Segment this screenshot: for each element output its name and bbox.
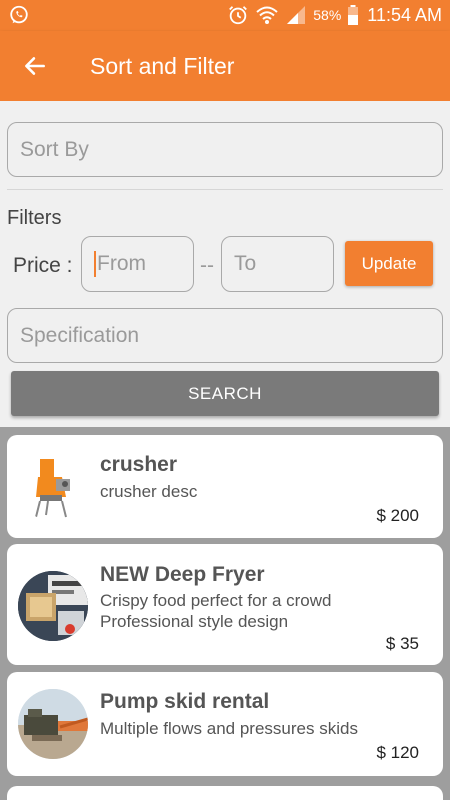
sort-by-placeholder: Sort By	[20, 137, 89, 161]
price-from-placeholder: From	[97, 252, 146, 275]
product-description: Crispy food perfect for a crowd Professi…	[100, 591, 332, 631]
list-item[interactable]: Pump skid rental Multiple flows and pres…	[7, 672, 443, 776]
product-description: Multiple flows and pressures skids	[100, 719, 358, 738]
text-cursor	[94, 251, 96, 277]
list-item[interactable]	[7, 786, 443, 800]
sort-by-select[interactable]: Sort By	[7, 122, 443, 177]
status-bar: 58% 11:54 AM	[0, 0, 450, 31]
product-name: crusher	[100, 453, 178, 476]
price-to-placeholder: To	[234, 252, 257, 275]
divider	[7, 189, 443, 190]
product-price: $ 120	[376, 743, 419, 762]
update-button[interactable]: Update	[345, 241, 433, 286]
product-image	[18, 689, 88, 759]
product-price: $ 200	[376, 506, 419, 525]
specification-placeholder: Specification	[20, 323, 140, 347]
product-price: $ 35	[385, 634, 419, 653]
product-name: Pump skid rental	[100, 690, 270, 713]
price-label: Price :	[13, 254, 73, 277]
specification-input[interactable]: Specification	[7, 308, 443, 363]
filter-panel: Sort By Filters Price : From -- To Updat…	[0, 101, 450, 427]
price-from-input[interactable]: From	[81, 236, 194, 292]
list-item[interactable]: NEW Deep Fryer Crispy food perfect for a…	[7, 544, 443, 665]
app-bar: Sort and Filter	[0, 31, 450, 101]
signal-icon	[287, 6, 306, 24]
product-name: NEW Deep Fryer	[100, 563, 265, 586]
list-item[interactable]: crusher crusher desc $ 200	[7, 435, 443, 538]
wifi-icon	[256, 6, 278, 24]
alarm-icon	[229, 6, 248, 25]
clock: 11:54 AM	[367, 4, 442, 25]
whatsapp-icon	[10, 5, 28, 24]
battery-icon	[348, 5, 359, 25]
price-separator: --	[200, 254, 214, 277]
product-image	[18, 451, 88, 521]
product-image	[18, 571, 88, 641]
battery-percent: 58%	[313, 7, 342, 23]
search-button[interactable]: SEARCH	[11, 371, 439, 416]
product-description: crusher desc	[100, 482, 198, 501]
price-to-input[interactable]: To	[221, 236, 334, 292]
arrow-left-icon[interactable]	[22, 53, 48, 79]
product-list: crusher crusher desc $ 200 NEW Deep Frye…	[0, 427, 450, 800]
filters-heading: Filters	[7, 207, 62, 229]
page-title: Sort and Filter	[90, 53, 235, 79]
